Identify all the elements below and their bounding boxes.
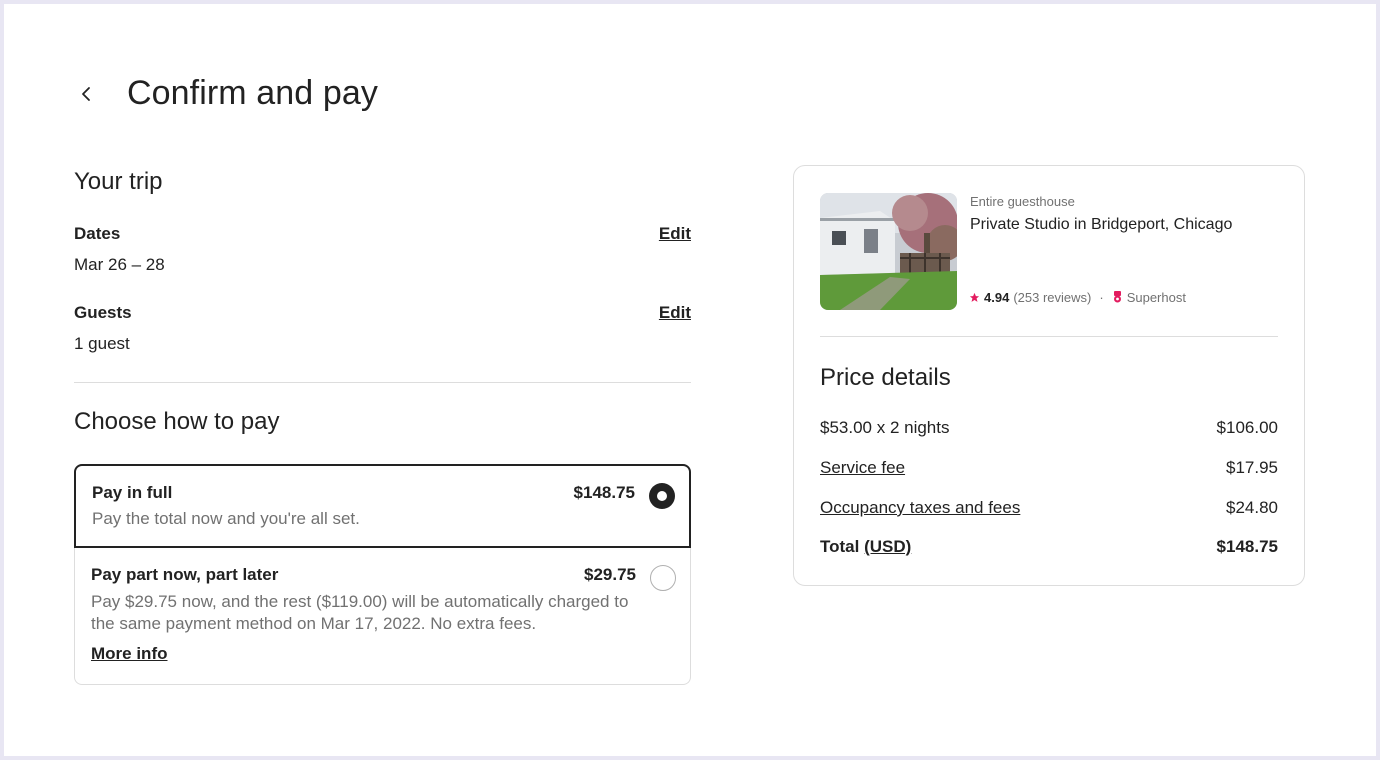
price-row-service-fee: Service fee $17.95 (820, 458, 1278, 478)
rating-row: 4.94 (253 reviews) · Superhost (969, 290, 1186, 305)
pay-part-option[interactable]: Pay part now, part later $29.75 Pay $29.… (74, 548, 691, 685)
chevron-left-icon (82, 87, 90, 101)
page-title: Confirm and pay (127, 74, 378, 112)
separator-dot: · (1099, 290, 1104, 305)
listing-name: Private Studio in Bridgeport, Chicago (970, 216, 1233, 233)
total-value: $148.75 (1216, 537, 1278, 556)
star-icon (969, 292, 980, 302)
occupancy-taxes-link[interactable]: Occupancy taxes and fees (820, 498, 1020, 518)
pay-in-full-option[interactable]: Pay in full $148.75 Pay the total now an… (74, 464, 691, 548)
choose-how-to-pay-heading: Choose how to pay (74, 408, 280, 435)
guests-label: Guests (74, 303, 132, 322)
price-value: $17.95 (1226, 458, 1278, 477)
option-name: Pay in full (92, 483, 173, 502)
currency-link[interactable]: (USD) (864, 537, 911, 556)
payment-options: Pay in full $148.75 Pay the total now an… (74, 464, 691, 685)
service-fee-link[interactable]: Service fee (820, 458, 905, 478)
option-description: Pay $29.75 now, and the rest ($119.00) w… (91, 592, 629, 633)
pay-part-radio[interactable] (650, 565, 676, 591)
price-value: $106.00 (1216, 418, 1278, 437)
superhost-label: Superhost (1126, 290, 1186, 305)
price-label: $53.00 x 2 nights (820, 418, 950, 437)
page: Confirm and pay Your trip Dates Edit Mar… (4, 4, 1376, 756)
card-divider (820, 336, 1278, 337)
option-price: $29.75 (584, 565, 636, 584)
edit-guests-link[interactable]: Edit (659, 303, 691, 323)
superhost-medal-icon (1113, 291, 1121, 303)
section-divider (74, 382, 691, 383)
listing-type: Entire guesthouse (970, 194, 1075, 209)
option-name: Pay part now, part later (91, 565, 279, 584)
listing-photo (820, 193, 957, 310)
dates-label: Dates (74, 224, 121, 243)
your-trip-heading: Your trip (74, 168, 163, 195)
price-value: $24.80 (1226, 498, 1278, 517)
price-row-nights: $53.00 x 2 nights $106.00 (820, 418, 1278, 438)
total-label-group: Total (USD) (820, 537, 911, 557)
price-row-total: Total (USD) $148.75 (820, 537, 1278, 557)
rating-value: 4.94 (984, 290, 1010, 305)
option-price: $148.75 (573, 483, 635, 502)
price-row-taxes: Occupancy taxes and fees $24.80 (820, 498, 1278, 518)
pay-in-full-radio[interactable] (649, 483, 675, 509)
price-details-heading: Price details (820, 364, 951, 391)
more-info-link[interactable]: More info (91, 644, 168, 664)
listing-summary-card: Entire guesthouse Private Studio in Brid… (793, 165, 1305, 586)
edit-dates-link[interactable]: Edit (659, 224, 691, 244)
dates-value: Mar 26 – 28 (74, 255, 165, 274)
review-count: (253 reviews) (1013, 290, 1092, 305)
option-description: Pay the total now and you're all set. (92, 509, 360, 528)
total-label: Total (820, 537, 860, 556)
guests-value: 1 guest (74, 334, 130, 353)
back-button[interactable] (74, 82, 98, 106)
